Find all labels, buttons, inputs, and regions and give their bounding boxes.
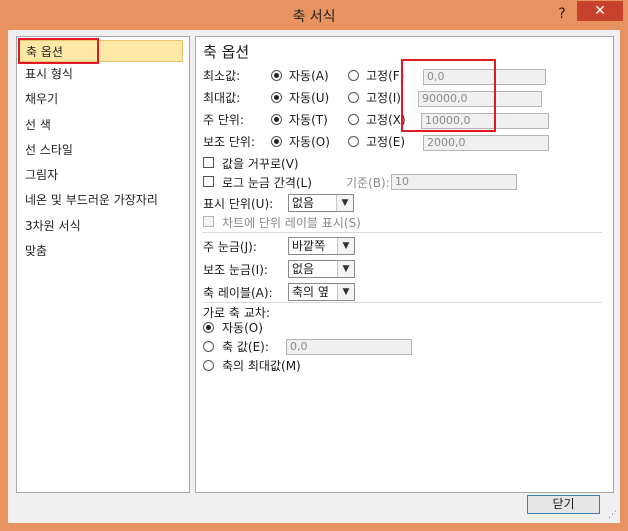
max-label: 최대값: — [203, 91, 241, 105]
log-base-field[interactable]: 10 — [391, 174, 517, 190]
minor-tick-value: 없음 — [292, 262, 315, 276]
minor-tick-label: 보조 눈금(I): — [203, 263, 268, 277]
max-auto-label: 자동(U) — [289, 91, 330, 105]
major-tick-label: 주 눈금(J): — [203, 240, 257, 254]
chevron-down-icon: ▼ — [337, 284, 354, 300]
cross-value-label: 축 값(E): — [222, 340, 269, 354]
resize-grip-icon[interactable]: ⋰ — [608, 510, 617, 520]
reverse-order-checkbox[interactable] — [203, 157, 214, 168]
close-button[interactable]: 닫기 — [527, 495, 600, 514]
sidebar-item-shadow[interactable]: 그림자 — [19, 164, 189, 186]
cross-max-radio[interactable] — [203, 360, 214, 371]
max-fixed-radio[interactable] — [348, 92, 359, 103]
cross-auto-radio[interactable] — [203, 322, 214, 333]
min-fixed-radio[interactable] — [348, 70, 359, 81]
category-list: 축 옵션 표시 형식 채우기 선 색 선 스타일 그림자 네온 및 부드러운 가… — [16, 36, 190, 493]
chevron-down-icon: ▼ — [337, 261, 354, 277]
chevron-down-icon: ▼ — [337, 238, 354, 254]
minor-unit-fixed-label: 고정(E) — [366, 135, 406, 149]
minor-unit-fixed-radio[interactable] — [348, 136, 359, 147]
cross-value-radio[interactable] — [203, 341, 214, 352]
reverse-order-label: 값을 거꾸로(V) — [222, 157, 299, 171]
sidebar-item-glow-soft-edges[interactable]: 네온 및 부드러운 가장자리 — [19, 189, 189, 211]
cross-max-label: 축의 최대값(M) — [222, 359, 301, 373]
major-unit-label: 주 단위: — [203, 113, 244, 127]
major-unit-auto-radio[interactable] — [271, 114, 282, 125]
annotation-highlight-box — [401, 59, 496, 132]
chevron-down-icon: ▼ — [336, 195, 353, 211]
minor-tick-select[interactable]: 없음 ▼ — [288, 260, 355, 278]
close-icon[interactable]: ✕ — [577, 1, 623, 21]
window-title: 축 서식 — [292, 9, 336, 25]
sidebar-item-3d-format[interactable]: 3차원 서식 — [19, 215, 189, 237]
panel-title: 축 옵션 — [203, 43, 250, 61]
show-units-checkbox[interactable] — [203, 216, 214, 227]
axis-options-panel: 축 옵션 최소값: 자동(A) 고정(F) 0,0 최대값: 자동(U) 고정(… — [195, 36, 614, 493]
log-scale-label: 로그 눈금 간격(L) — [222, 176, 312, 190]
minor-unit-auto-label: 자동(O) — [289, 135, 330, 149]
major-unit-fixed-label: 고정(X) — [366, 113, 406, 127]
sidebar-item-line-color[interactable]: 선 색 — [19, 114, 189, 136]
display-units-label: 표시 단위(U): — [203, 197, 274, 211]
format-axis-window: 축 서식 ? ✕ 축 옵션 표시 형식 채우기 선 색 선 스타일 그림자 네온… — [0, 0, 628, 531]
axis-labels-value: 축의 옆 — [292, 285, 329, 299]
max-fixed-label: 고정(I) — [366, 91, 401, 105]
log-scale-checkbox[interactable] — [203, 176, 214, 187]
axis-labels-select[interactable]: 축의 옆 ▼ — [288, 283, 355, 301]
min-auto-label: 자동(A) — [289, 69, 329, 83]
sidebar-item-fill[interactable]: 채우기 — [19, 88, 189, 110]
major-tick-select[interactable]: 바깥쪽 ▼ — [288, 237, 355, 255]
major-tick-value: 바깥쪽 — [292, 239, 326, 253]
sidebar-item-number[interactable]: 표시 형식 — [19, 63, 189, 85]
axis-labels-label: 축 레이블(A): — [203, 286, 273, 300]
title-bar: 축 서식 ? ✕ — [0, 0, 628, 30]
major-unit-fixed-radio[interactable] — [348, 114, 359, 125]
max-auto-radio[interactable] — [271, 92, 282, 103]
minor-unit-auto-radio[interactable] — [271, 136, 282, 147]
annotation-highlight-box — [18, 38, 99, 64]
min-fixed-label: 고정(F) — [366, 69, 405, 83]
sidebar-item-alignment[interactable]: 맞춤 — [19, 240, 189, 262]
display-units-value: 없음 — [292, 196, 315, 210]
divider — [202, 302, 602, 303]
cross-auto-label: 자동(O) — [222, 321, 263, 335]
min-auto-radio[interactable] — [271, 70, 282, 81]
minor-unit-label: 보조 단위: — [203, 135, 256, 149]
dialog-client-area: 축 옵션 표시 형식 채우기 선 색 선 스타일 그림자 네온 및 부드러운 가… — [8, 30, 620, 523]
display-units-select[interactable]: 없음 ▼ — [288, 194, 354, 212]
major-unit-auto-label: 자동(T) — [289, 113, 328, 127]
minor-unit-value-field[interactable]: 2000,0 — [423, 135, 549, 151]
min-label: 최소값: — [203, 69, 241, 83]
show-units-label: 차트에 단위 레이블 표시(S) — [222, 216, 361, 230]
divider — [202, 232, 602, 233]
help-icon[interactable]: ? — [552, 4, 572, 24]
cross-value-field[interactable]: 0,0 — [286, 339, 412, 355]
log-base-label: 기준(B): — [346, 176, 390, 190]
sidebar-item-line-style[interactable]: 선 스타일 — [19, 139, 189, 161]
